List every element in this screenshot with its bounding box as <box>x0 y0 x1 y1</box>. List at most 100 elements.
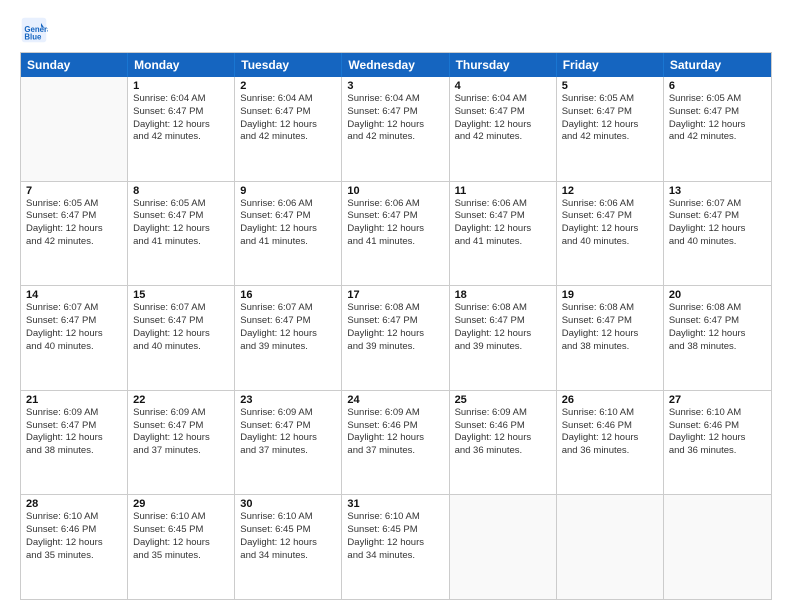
day-number: 13 <box>669 185 766 197</box>
cell-info-line: Sunset: 6:47 PM <box>133 315 229 328</box>
day-number: 17 <box>347 289 443 301</box>
cell-info-line: and 42 minutes. <box>347 131 443 144</box>
weekday-header-monday: Monday <box>128 53 235 77</box>
cell-info-line: and 42 minutes. <box>26 236 122 249</box>
calendar-cell: 4Sunrise: 6:04 AMSunset: 6:47 PMDaylight… <box>450 77 557 181</box>
calendar-cell <box>450 495 557 599</box>
cell-info-line: Daylight: 12 hours <box>455 328 551 341</box>
calendar-cell: 23Sunrise: 6:09 AMSunset: 6:47 PMDayligh… <box>235 391 342 495</box>
cell-info-line: Sunrise: 6:10 AM <box>240 511 336 524</box>
cell-info-line: Sunrise: 6:10 AM <box>26 511 122 524</box>
cell-info-line: Sunset: 6:47 PM <box>26 315 122 328</box>
day-number: 10 <box>347 185 443 197</box>
calendar-row-5: 28Sunrise: 6:10 AMSunset: 6:46 PMDayligh… <box>21 494 771 599</box>
calendar-cell <box>557 495 664 599</box>
cell-info-line: Sunset: 6:47 PM <box>347 315 443 328</box>
logo: General Blue <box>20 16 52 44</box>
calendar-cell: 1Sunrise: 6:04 AMSunset: 6:47 PMDaylight… <box>128 77 235 181</box>
cell-info-line: Sunset: 6:47 PM <box>347 210 443 223</box>
cell-info-line: Sunrise: 6:07 AM <box>240 302 336 315</box>
cell-info-line: Sunrise: 6:06 AM <box>240 198 336 211</box>
cell-info-line: and 37 minutes. <box>240 445 336 458</box>
calendar-cell: 25Sunrise: 6:09 AMSunset: 6:46 PMDayligh… <box>450 391 557 495</box>
day-number: 15 <box>133 289 229 301</box>
cell-info-line: Sunset: 6:47 PM <box>562 315 658 328</box>
cell-info-line: and 40 minutes. <box>562 236 658 249</box>
day-number: 18 <box>455 289 551 301</box>
logo-icon: General Blue <box>20 16 48 44</box>
cell-info-line: Daylight: 12 hours <box>133 537 229 550</box>
calendar-cell: 15Sunrise: 6:07 AMSunset: 6:47 PMDayligh… <box>128 286 235 390</box>
cell-info-line: Sunset: 6:47 PM <box>669 315 766 328</box>
cell-info-line: Sunrise: 6:09 AM <box>26 407 122 420</box>
calendar-cell: 5Sunrise: 6:05 AMSunset: 6:47 PMDaylight… <box>557 77 664 181</box>
cell-info-line: Sunset: 6:47 PM <box>240 420 336 433</box>
cell-info-line: Sunset: 6:47 PM <box>669 106 766 119</box>
cell-info-line: Sunrise: 6:05 AM <box>562 93 658 106</box>
cell-info-line: Sunrise: 6:10 AM <box>669 407 766 420</box>
cell-info-line: Sunrise: 6:05 AM <box>133 198 229 211</box>
cell-info-line: Daylight: 12 hours <box>455 119 551 132</box>
cell-info-line: and 42 minutes. <box>133 131 229 144</box>
day-number: 22 <box>133 394 229 406</box>
cell-info-line: Sunrise: 6:09 AM <box>455 407 551 420</box>
day-number: 4 <box>455 80 551 92</box>
cell-info-line: and 34 minutes. <box>347 550 443 563</box>
cell-info-line: Sunset: 6:47 PM <box>240 315 336 328</box>
cell-info-line: and 40 minutes. <box>669 236 766 249</box>
page: General Blue SundayMondayTuesdayWednesda… <box>0 0 792 612</box>
weekday-header-wednesday: Wednesday <box>342 53 449 77</box>
cell-info-line: Daylight: 12 hours <box>26 432 122 445</box>
cell-info-line: Sunrise: 6:04 AM <box>455 93 551 106</box>
cell-info-line: Sunrise: 6:06 AM <box>562 198 658 211</box>
cell-info-line: Sunset: 6:47 PM <box>562 210 658 223</box>
calendar-cell: 20Sunrise: 6:08 AMSunset: 6:47 PMDayligh… <box>664 286 771 390</box>
cell-info-line: Daylight: 12 hours <box>133 328 229 341</box>
cell-info-line: and 35 minutes. <box>26 550 122 563</box>
calendar-row-2: 7Sunrise: 6:05 AMSunset: 6:47 PMDaylight… <box>21 181 771 286</box>
cell-info-line: Daylight: 12 hours <box>133 119 229 132</box>
day-number: 8 <box>133 185 229 197</box>
cell-info-line: Sunset: 6:47 PM <box>562 106 658 119</box>
calendar-cell: 11Sunrise: 6:06 AMSunset: 6:47 PMDayligh… <box>450 182 557 286</box>
cell-info-line: and 36 minutes. <box>669 445 766 458</box>
svg-text:Blue: Blue <box>24 33 42 42</box>
cell-info-line: Daylight: 12 hours <box>347 537 443 550</box>
calendar-cell: 29Sunrise: 6:10 AMSunset: 6:45 PMDayligh… <box>128 495 235 599</box>
cell-info-line: Sunrise: 6:07 AM <box>26 302 122 315</box>
cell-info-line: Daylight: 12 hours <box>240 537 336 550</box>
calendar-cell: 13Sunrise: 6:07 AMSunset: 6:47 PMDayligh… <box>664 182 771 286</box>
weekday-header-saturday: Saturday <box>664 53 771 77</box>
day-number: 14 <box>26 289 122 301</box>
cell-info-line: Sunset: 6:46 PM <box>455 420 551 433</box>
day-number: 27 <box>669 394 766 406</box>
cell-info-line: Sunrise: 6:09 AM <box>347 407 443 420</box>
cell-info-line: Daylight: 12 hours <box>240 119 336 132</box>
cell-info-line: Daylight: 12 hours <box>26 328 122 341</box>
weekday-header-thursday: Thursday <box>450 53 557 77</box>
cell-info-line: Sunrise: 6:09 AM <box>133 407 229 420</box>
calendar-cell: 24Sunrise: 6:09 AMSunset: 6:46 PMDayligh… <box>342 391 449 495</box>
cell-info-line: Sunset: 6:47 PM <box>347 106 443 119</box>
cell-info-line: Sunrise: 6:06 AM <box>347 198 443 211</box>
day-number: 2 <box>240 80 336 92</box>
calendar-row-1: 1Sunrise: 6:04 AMSunset: 6:47 PMDaylight… <box>21 77 771 181</box>
calendar-header: SundayMondayTuesdayWednesdayThursdayFrid… <box>21 53 771 77</box>
day-number: 11 <box>455 185 551 197</box>
cell-info-line: and 35 minutes. <box>133 550 229 563</box>
cell-info-line: Daylight: 12 hours <box>455 223 551 236</box>
cell-info-line: and 39 minutes. <box>240 341 336 354</box>
cell-info-line: Daylight: 12 hours <box>347 432 443 445</box>
cell-info-line: Daylight: 12 hours <box>133 223 229 236</box>
weekday-header-tuesday: Tuesday <box>235 53 342 77</box>
cell-info-line: Sunrise: 6:05 AM <box>26 198 122 211</box>
cell-info-line: Sunset: 6:47 PM <box>133 210 229 223</box>
cell-info-line: and 39 minutes. <box>455 341 551 354</box>
cell-info-line: Daylight: 12 hours <box>240 328 336 341</box>
day-number: 5 <box>562 80 658 92</box>
cell-info-line: Sunset: 6:46 PM <box>26 524 122 537</box>
cell-info-line: Daylight: 12 hours <box>562 119 658 132</box>
cell-info-line: Daylight: 12 hours <box>26 537 122 550</box>
cell-info-line: and 37 minutes. <box>347 445 443 458</box>
calendar-cell: 27Sunrise: 6:10 AMSunset: 6:46 PMDayligh… <box>664 391 771 495</box>
